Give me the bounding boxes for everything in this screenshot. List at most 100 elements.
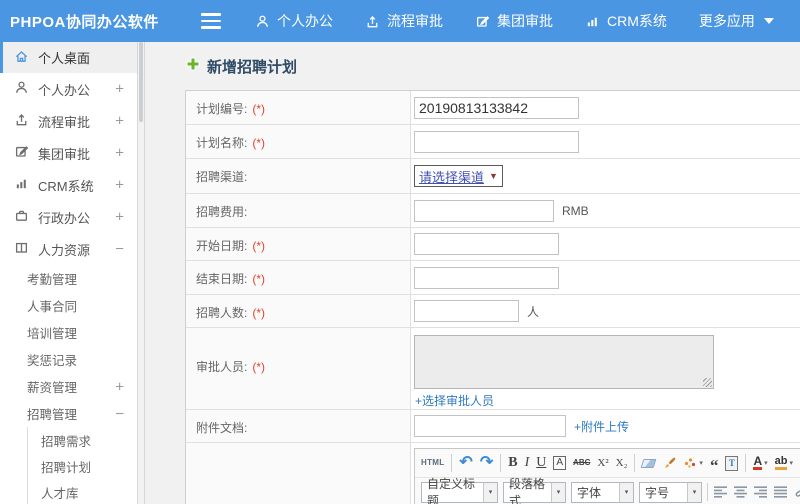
sidebar-item-recruit-demand[interactable]: 招聘需求 [28, 427, 137, 453]
subscript-icon[interactable]: X₂ [616, 457, 628, 469]
expand-toggle[interactable]: + [115, 177, 124, 194]
redo-icon[interactable]: ↷ [480, 455, 493, 471]
format-brush-icon[interactable] [662, 456, 676, 470]
form-row-editor: HTML ↶ ↷ B I U A ABC X² X₂ ▾ “ T A ▾ ab … [186, 442, 800, 504]
app-logo[interactable]: PHPOA协同办公软件 [0, 11, 185, 32]
align-left-icon[interactable] [713, 486, 728, 498]
resize-handle-icon[interactable] [703, 378, 712, 387]
font-family-combo[interactable]: 字体 ▾ [571, 481, 634, 503]
superscript-icon[interactable]: X² [597, 457, 608, 469]
nav-label: 个人办公 [277, 13, 333, 29]
field-label: 结束日期: (*) [186, 261, 411, 294]
font-size-combo[interactable]: 字号 ▾ [639, 481, 702, 503]
underline-icon[interactable]: U [536, 456, 546, 470]
dropdown-caret-icon: ▾ [551, 482, 565, 502]
collapse-toggle[interactable]: − [115, 241, 124, 258]
hamburger-menu-icon[interactable] [201, 13, 221, 29]
plan-number-input[interactable] [414, 96, 579, 119]
top-navigation: 个人办公 流程审批 集团审批 CRM系统 更多应用 [255, 11, 774, 31]
sidebar-item-salary[interactable]: 薪资管理 + [0, 373, 137, 400]
paragraph-format-combo[interactable]: 段落格式 ▾ [503, 477, 566, 504]
required-marker: (*) [252, 360, 266, 374]
required-marker: (*) [252, 136, 266, 150]
sidebar-item-crm-system[interactable]: CRM系统 + [0, 169, 137, 201]
sidebar-item-workflow-approval[interactable]: 流程审批 + [0, 105, 137, 137]
approver-textarea[interactable] [414, 335, 714, 389]
sidebar-scrollbar[interactable] [137, 42, 145, 504]
font-border-icon[interactable]: A [553, 456, 567, 470]
align-center-icon[interactable] [733, 486, 748, 498]
expand-toggle[interactable]: + [115, 145, 124, 162]
toolbar-separator [634, 454, 636, 472]
headcount-input[interactable] [414, 300, 519, 322]
required-marker: (*) [252, 306, 266, 320]
sidebar-item-reward-punishment[interactable]: 奖惩记录 [0, 346, 137, 373]
channel-select[interactable]: 请选择渠道 ▼ [414, 165, 503, 187]
bold-icon[interactable]: B [508, 456, 517, 470]
sidebar-item-admin-office[interactable]: 行政办公 + [0, 201, 137, 233]
sidebar-item-label: 奖惩记录 [27, 354, 78, 368]
strikethrough-icon[interactable]: ABC [573, 459, 590, 467]
plan-name-input[interactable] [414, 130, 579, 153]
expand-toggle[interactable]: + [115, 113, 124, 130]
font-color-button[interactable]: A ▾ [753, 455, 768, 470]
start-date-input[interactable] [414, 233, 559, 255]
cost-input[interactable] [414, 199, 554, 222]
sidebar-item-hr-contract[interactable]: 人事合同 [0, 292, 137, 319]
nav-more-apps[interactable]: 更多应用 [699, 11, 774, 31]
expand-toggle[interactable]: + [115, 81, 124, 98]
sidebar-item-recruit-plan[interactable]: 招聘计划 [28, 453, 137, 479]
sidebar-item-training[interactable]: 培训管理 [0, 319, 137, 346]
sidebar-item-recruit-management[interactable]: 招聘管理 − [0, 400, 137, 427]
process-icon [14, 112, 38, 130]
collapse-toggle[interactable]: − [115, 405, 124, 422]
scrollbar-thumb[interactable] [139, 42, 143, 122]
expand-toggle[interactable]: + [115, 378, 124, 395]
italic-icon[interactable]: I [525, 456, 530, 470]
link-icon[interactable] [793, 485, 800, 499]
chart-icon [14, 176, 38, 194]
nav-group-approval[interactable]: 集团审批 [475, 11, 553, 31]
required-marker: (*) [252, 102, 266, 116]
align-right-icon[interactable] [753, 486, 768, 498]
form-row-cost: 招聘费用: RMB [186, 193, 800, 227]
sidebar-item-personal-office[interactable]: 个人办公 + [0, 73, 137, 105]
field-label: 计划名称: (*) [186, 125, 411, 158]
custom-title-combo[interactable]: 自定义标题 ▾ [421, 477, 498, 504]
background-color-button[interactable]: ab ▾ [774, 456, 793, 470]
nav-crm-system[interactable]: CRM系统 [585, 11, 667, 31]
paste-icon[interactable]: T [725, 455, 739, 471]
process-icon [365, 14, 380, 29]
sidebar-item-group-approval[interactable]: 集团审批 + [0, 137, 137, 169]
sidebar-item-talent-pool[interactable]: 人才库 [28, 479, 137, 504]
attachment-input[interactable] [414, 415, 566, 437]
editor-toolbar-row1: HTML ↶ ↷ B I U A ABC X² X₂ ▾ “ T A ▾ ab … [415, 449, 800, 478]
sidebar-item-personal-desktop[interactable]: 个人桌面 [0, 42, 137, 73]
sidebar-item-label: 薪资管理 [27, 381, 78, 395]
edit-icon [14, 144, 38, 162]
nav-workflow-approval[interactable]: 流程审批 [365, 11, 443, 31]
rich-text-editor: HTML ↶ ↷ B I U A ABC X² X₂ ▾ “ T A ▾ ab … [414, 448, 800, 504]
sidebar-item-label: 流程审批 [38, 114, 91, 130]
sidebar-item-attendance[interactable]: 考勤管理 [0, 265, 137, 292]
end-date-input[interactable] [414, 266, 559, 289]
nav-label: 流程审批 [387, 13, 443, 29]
toolbar-separator [451, 454, 453, 472]
expand-toggle[interactable]: + [115, 209, 124, 226]
align-justify-icon[interactable] [773, 486, 788, 498]
undo-icon[interactable]: ↶ [459, 455, 472, 471]
sidebar-item-human-resources[interactable]: 人力资源 − [0, 233, 137, 265]
auto-typeset-button[interactable]: ▾ [683, 456, 703, 470]
dropdown-caret-icon: ▾ [699, 460, 703, 467]
blockquote-icon[interactable]: “ [710, 455, 719, 474]
eraser-icon[interactable] [640, 458, 657, 468]
form-row-start-date: 开始日期: (*) [186, 227, 800, 260]
choose-approver-link[interactable]: +选择审批人员 [415, 392, 494, 409]
field-label: 审批人员: (*) [186, 328, 411, 409]
home-icon [14, 49, 38, 67]
source-code-button[interactable]: HTML [421, 459, 444, 467]
nav-personal-office[interactable]: 个人办公 [255, 11, 333, 31]
field-label-empty [186, 443, 411, 504]
dropdown-caret-icon: ▾ [687, 482, 701, 502]
attachment-upload-link[interactable]: +附件上传 [574, 418, 629, 435]
